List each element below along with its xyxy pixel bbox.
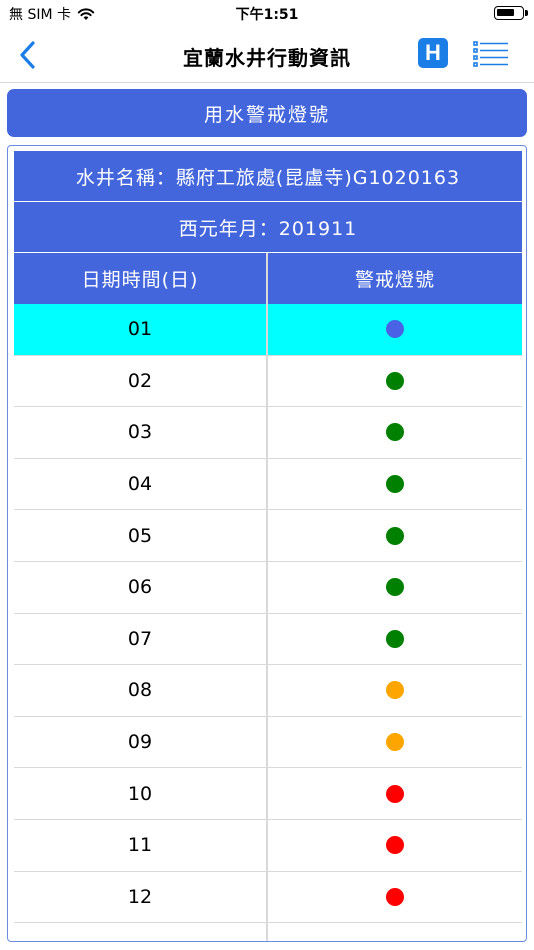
table-row[interactable]: 09	[14, 716, 522, 769]
day-cell: 08	[14, 665, 268, 716]
table-row[interactable]: 02	[14, 355, 522, 408]
page-title: 宜蘭水井行動資訊	[183, 46, 351, 70]
signal-dot-icon	[386, 836, 404, 855]
day-cell: 07	[14, 613, 268, 665]
year-month-header: 西元年月：201911	[14, 202, 522, 253]
status-bar: 無 SIM 卡 下午1:51	[0, 0, 534, 28]
h-button[interactable]: H	[418, 38, 448, 68]
day-cell: 11	[14, 819, 268, 871]
signal-cell	[268, 356, 522, 407]
day-cell: 06	[14, 561, 268, 613]
signal-dot-icon	[386, 681, 404, 700]
day-cell: 03	[14, 407, 268, 458]
table-row[interactable]: 03	[14, 407, 522, 459]
table-row[interactable]: 01	[14, 304, 522, 356]
signal-cell	[268, 820, 522, 871]
signal-cell	[268, 923, 522, 941]
well-name-header: 水井名稱：縣府工旅處(昆盧寺)G1020163	[14, 151, 522, 202]
column-header-signal: 警戒燈號	[354, 269, 435, 291]
day-cell: 12	[14, 871, 268, 923]
signal-cell	[268, 614, 522, 665]
day-cell: 09	[14, 716, 268, 768]
column-header-day: 日期時間(日)	[14, 253, 268, 304]
signal-dot-icon	[386, 423, 404, 442]
table-row[interactable]	[14, 923, 522, 941]
table-row[interactable]: 07	[14, 613, 522, 666]
battery-icon	[494, 6, 528, 20]
signal-dot-icon	[386, 475, 404, 494]
signal-cell	[268, 459, 522, 510]
signal-cell	[268, 717, 522, 768]
table-row[interactable]: 05	[14, 510, 522, 562]
signal-dot-icon	[386, 629, 404, 648]
table-row[interactable]: 08	[14, 665, 522, 717]
table-row[interactable]: 12	[14, 871, 522, 924]
day-cell: 04	[14, 458, 268, 510]
battery-level	[497, 9, 514, 16]
table-row[interactable]: 06	[14, 561, 522, 614]
day-cell: 02	[14, 355, 268, 407]
signal-dot-icon	[386, 371, 404, 390]
signal-cell	[268, 304, 522, 355]
nav-bar: 宜蘭水井行動資訊 H	[0, 28, 534, 83]
status-time: 下午1:51	[235, 7, 299, 23]
signal-dot-icon	[386, 526, 404, 545]
signal-dot-icon	[386, 320, 404, 339]
table-body: 01 02 03 04 05 06 07 08 09 10 11 12	[14, 304, 522, 941]
day-cell: 05	[14, 510, 268, 561]
signal-cell	[268, 768, 522, 819]
signal-cell	[268, 407, 522, 458]
day-cell: 10	[14, 768, 268, 819]
signal-dot-icon	[386, 887, 404, 906]
alert-table: 水井名稱：縣府工旅處(昆盧寺)G1020163 西元年月：201911 日期時間…	[14, 151, 522, 941]
list-icon[interactable]	[473, 39, 509, 69]
signal-cell	[268, 510, 522, 561]
table-row[interactable]: 04	[14, 458, 522, 511]
alert-table-container[interactable]: 水井名稱：縣府工旅處(昆盧寺)G1020163 西元年月：201911 日期時間…	[7, 145, 527, 942]
signal-cell	[268, 665, 522, 716]
alert-signal-button[interactable]: 用水警戒燈號	[7, 89, 527, 137]
column-headers: 日期時間(日) 警戒燈號	[14, 253, 522, 304]
day-cell	[14, 923, 268, 941]
signal-cell	[268, 562, 522, 613]
signal-dot-icon	[386, 784, 404, 803]
table-row[interactable]: 11	[14, 819, 522, 872]
day-cell: 01	[14, 304, 268, 355]
signal-dot-icon	[386, 733, 404, 752]
table-row[interactable]: 10	[14, 768, 522, 820]
signal-cell	[268, 872, 522, 923]
signal-dot-icon	[386, 578, 404, 597]
